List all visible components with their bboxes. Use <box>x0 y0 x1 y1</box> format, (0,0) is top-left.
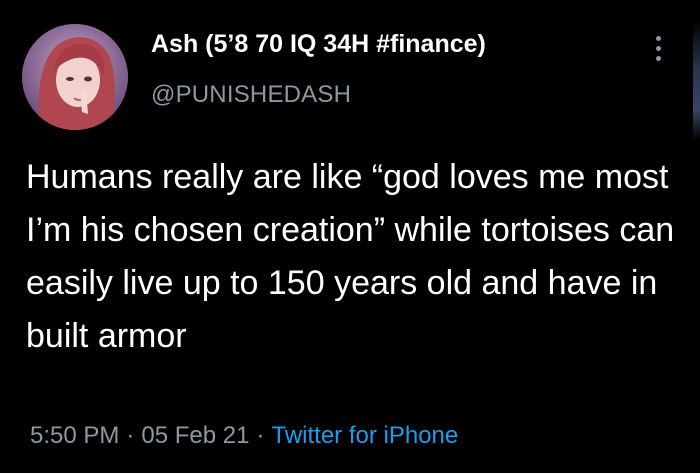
tweet-metadata: 5:50 PM · 05 Feb 21 · Twitter for iPhone <box>30 422 458 450</box>
dot <box>655 46 661 51</box>
dot <box>655 36 661 41</box>
avatar-image <box>22 24 128 130</box>
display-name[interactable]: Ash (5’8 70 IQ 34H #finance) <box>151 30 486 59</box>
separator: · <box>256 422 265 449</box>
more-vertical-icon[interactable] <box>648 36 668 70</box>
dot <box>655 56 661 61</box>
avatar[interactable] <box>22 24 128 130</box>
tweet-source-link[interactable]: Twitter for iPhone <box>271 422 458 449</box>
tweet-card: Ash (5’8 70 IQ 34H #finance) @PUNISHEDAS… <box>0 0 700 473</box>
separator: · <box>126 422 135 449</box>
user-handle[interactable]: @PUNISHEDASH <box>151 81 351 109</box>
scroll-edge <box>693 20 700 140</box>
tweet-date[interactable]: 05 Feb 21 <box>141 422 249 449</box>
tweet-text: Humans really are like “god loves me mos… <box>26 158 675 355</box>
tweet-time[interactable]: 5:50 PM <box>30 422 119 449</box>
